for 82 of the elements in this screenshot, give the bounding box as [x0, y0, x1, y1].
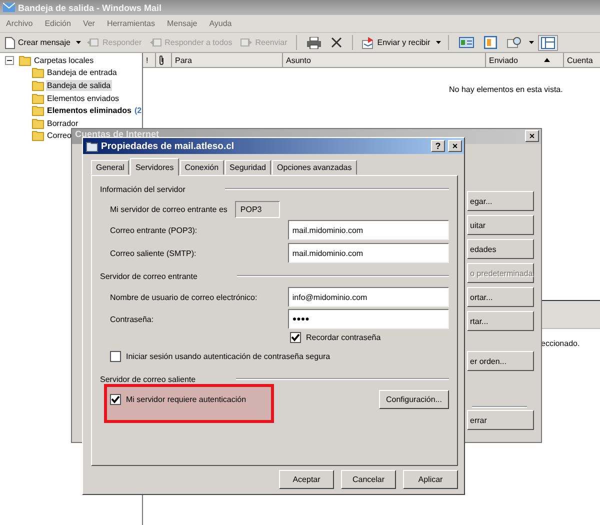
column-header[interactable]: Para: [172, 53, 283, 67]
menu-item[interactable]: Ayuda: [209, 19, 232, 28]
menu-item[interactable]: Mensaje: [166, 19, 198, 28]
column-header[interactable]: !: [143, 53, 156, 67]
folder-icon: [32, 67, 44, 78]
close-button[interactable]: ×: [448, 140, 462, 152]
mail-app-icon: [3, 2, 15, 13]
section-heading: Información del servidor: [100, 184, 186, 194]
field-label: Mi servidor de correo entrante es: [110, 204, 228, 214]
dialog-button[interactable]: Aplicar: [403, 470, 458, 489]
dialog-button[interactable]: er orden...: [467, 351, 534, 371]
column-header[interactable]: Asunto: [283, 53, 486, 67]
folder-icon: [32, 130, 44, 142]
checkbox[interactable]: [290, 332, 301, 342]
tree-item[interactable]: Correo: [46, 130, 72, 142]
tab[interactable]: Servidores: [130, 158, 179, 176]
dialog-button[interactable]: ortar...: [467, 287, 534, 307]
field-label: Correo entrante (POP3):: [110, 226, 198, 234]
toolbar-button[interactable]: Enviar y recibir: [360, 36, 432, 50]
send-receive-icon: [362, 36, 374, 48]
dialog-button[interactable]: Aceptar: [279, 470, 334, 489]
window-title: Cuentas de Internet: [75, 130, 160, 138]
close-button[interactable]: ×: [525, 130, 539, 142]
checkbox[interactable]: [110, 350, 121, 362]
folder-icon: [32, 92, 44, 104]
section-heading: Servidor de correo saliente: [100, 374, 196, 384]
column-header[interactable]: Cuenta: [564, 53, 600, 67]
dialog-title: Propiedades de mail.atleso.cl: [101, 140, 236, 152]
column-header[interactable]: Enviado: [486, 53, 564, 67]
paperclip-icon: [159, 55, 165, 65]
folder-icon: [32, 105, 44, 116]
collapse-toggle-icon[interactable]: [5, 56, 14, 65]
tab[interactable]: Opciones avanzadas: [272, 160, 357, 175]
section-heading: Servidor de correo entrante: [100, 272, 198, 280]
checkbox[interactable]: [110, 394, 121, 404]
tree-item[interactable]: Bandeja de entrada: [46, 67, 118, 78]
checkbox-label[interactable]: Mi servidor requiere autenticación: [126, 394, 246, 404]
help-button[interactable]: ?: [431, 140, 445, 152]
new-document-icon: [5, 36, 15, 48]
server-type-field: POP3: [235, 200, 280, 218]
tree-item[interactable]: Elementos eliminados: [46, 105, 132, 116]
field-label: Correo saliente (SMTP):: [110, 248, 198, 258]
folder-icon: [86, 140, 98, 152]
dialog-button[interactable]: egar...: [467, 191, 534, 211]
input-field[interactable]: info@midominio.com: [288, 287, 449, 307]
toolbar-button[interactable]: Crear mensaje: [3, 36, 72, 50]
dropdown-caret-icon[interactable]: [529, 41, 534, 44]
folder-icon: [32, 118, 44, 129]
empty-list-message: No hay elementos en esta vista.: [449, 85, 563, 94]
tree-item[interactable]: Bandeja de salida: [46, 80, 112, 91]
tree-item[interactable]: Elementos enviados: [46, 92, 120, 104]
reply-icon: [87, 37, 100, 48]
tab[interactable]: Conexión: [180, 160, 224, 175]
preview-message: eccionado.: [541, 339, 580, 348]
field-label: Contraseña:: [110, 314, 155, 324]
input-field[interactable]: mail.midominio.com: [288, 220, 449, 240]
input-field[interactable]: mail.midominio.com: [288, 243, 449, 263]
dialog-button[interactable]: edades: [467, 239, 534, 259]
window-title: Bandeja de salida - Windows Mail: [18, 2, 162, 12]
checkbox-label[interactable]: Iniciar sesión usando autenticación de contraseña segura: [126, 352, 330, 360]
settings-button[interactable]: Configuración...: [378, 390, 449, 408]
tab[interactable]: Seguridad: [224, 160, 272, 175]
tree-item[interactable]: Borrador: [46, 118, 80, 129]
dialog-button[interactable]: errar: [467, 410, 534, 430]
menu-item[interactable]: Herramientas: [106, 19, 155, 28]
folder-icon: [32, 80, 44, 91]
dialog-button[interactable]: rtar...: [467, 311, 534, 331]
checkbox-label[interactable]: Recordar contraseña: [306, 332, 381, 342]
dropdown-caret-icon[interactable]: [76, 41, 82, 44]
menu-item[interactable]: Ver: [82, 19, 95, 28]
menu-item[interactable]: Edición: [44, 19, 71, 28]
field-label: Nombre de usuario de correo electrónico:: [110, 292, 258, 302]
menu-item[interactable]: Archivo: [6, 19, 33, 28]
tree-item[interactable]: Carpetas locales: [33, 54, 95, 66]
dialog-button[interactable]: uitar: [467, 215, 534, 235]
reply-all-icon: [150, 37, 162, 48]
dialog-button[interactable]: Cancelar: [341, 470, 396, 489]
layout-icon[interactable]: [538, 34, 558, 50]
forward-icon: [240, 37, 252, 48]
unread-count: (2: [134, 106, 142, 116]
tab[interactable]: General: [91, 160, 130, 175]
dropdown-caret-icon[interactable]: [436, 41, 442, 44]
